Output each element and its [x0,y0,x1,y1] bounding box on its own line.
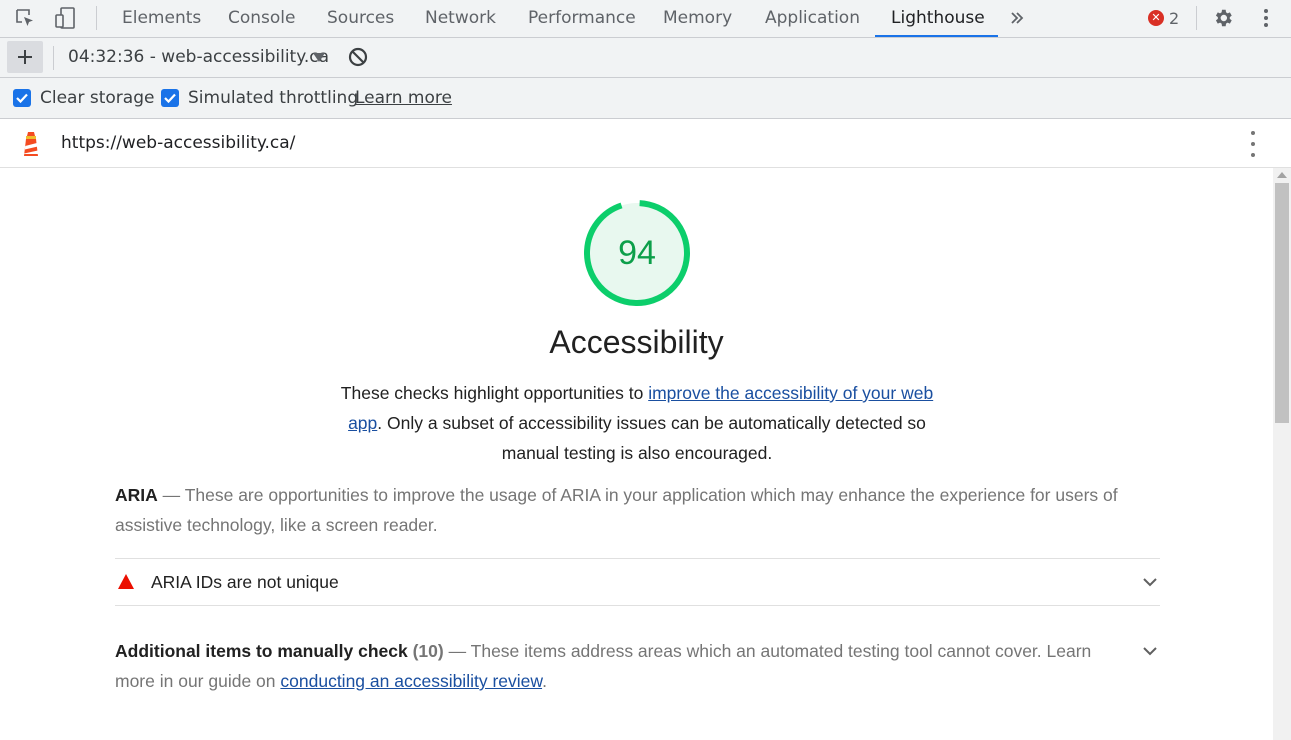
score-value: 94 [618,234,656,272]
category-title: Accessibility [549,324,724,360]
toolbar-divider [53,46,54,70]
learn-more-link[interactable]: Learn more [355,78,452,119]
lighthouse-logo-icon [23,132,39,156]
dropdown-arrow-icon[interactable] [313,53,325,62]
simulated-throttling-label[interactable]: Simulated throttling [188,78,358,119]
manual-checks-group[interactable]: Additional items to manually check (10) … [115,636,1130,696]
tab-sources[interactable]: Sources [327,0,394,38]
more-tabs-icon[interactable] [1004,5,1030,31]
checkmark-icon [16,93,28,104]
error-count: 2 [1169,8,1180,28]
scroll-up-arrow-icon[interactable] [1277,172,1287,178]
report-selector[interactable]: 04:32:36 - web-accessibility.ca [68,38,329,78]
group-title: ARIA [115,485,158,505]
settings-gear-icon[interactable] [1210,5,1236,31]
audit-row[interactable]: ARIA IDs are not unique [115,558,1160,606]
tab-console[interactable]: Console [228,0,296,38]
tab-application[interactable]: Application [765,0,860,38]
manual-separator: — [448,641,471,661]
report-url: https://web-accessibility.ca/ [61,133,296,153]
audit-title: ARIA IDs are not unique [151,572,339,592]
aria-group-header: ARIA — These are opportunities to improv… [115,480,1160,540]
lighthouse-report: 94 Accessibility These checks highlight … [0,168,1273,740]
description-text: These checks highlight opportunities to [340,383,649,403]
manual-end: . [542,671,547,691]
chevron-down-icon[interactable] [1142,574,1158,590]
active-tab-indicator [875,35,998,37]
tab-memory[interactable]: Memory [663,0,732,38]
report-menu-icon[interactable] [1244,131,1262,157]
error-icon: ✕ [1148,10,1164,26]
clear-all-icon[interactable] [347,46,371,70]
report-url-bar: https://web-accessibility.ca/ [0,119,1291,168]
clear-storage-label[interactable]: Clear storage [40,78,154,119]
category-description: These checks highlight opportunities to … [337,378,937,468]
toolbar-divider [96,6,97,30]
group-separator: — [157,485,185,505]
new-report-button[interactable] [7,41,43,73]
toolbar-divider [1196,6,1197,30]
scrollbar-thumb[interactable] [1275,183,1289,423]
error-counter[interactable]: ✕ 2 [1148,7,1179,29]
inspect-element-icon[interactable] [12,5,38,31]
lighthouse-toolbar: 04:32:36 - web-accessibility.ca [0,38,1291,78]
tab-network[interactable]: Network [425,0,496,38]
options-bar: Clear storage Simulated throttling Learn… [0,78,1291,119]
clear-storage-checkbox[interactable] [13,89,31,107]
more-options-icon[interactable] [1253,5,1279,31]
simulated-throttling-checkbox[interactable] [161,89,179,107]
device-toolbar-icon[interactable] [52,5,78,31]
plus-icon [18,50,32,64]
fail-warning-icon [118,574,134,589]
manual-count: (10) [412,641,444,661]
accessibility-review-link[interactable]: conducting an accessibility review [280,671,542,691]
tab-performance[interactable]: Performance [528,0,636,38]
devtools-tab-bar: Elements Console Sources Network Perform… [0,0,1291,38]
tab-elements[interactable]: Elements [122,0,201,38]
chevron-down-icon[interactable] [1142,643,1158,659]
manual-title: Additional items to manually check [115,641,408,661]
checkmark-icon [164,93,176,104]
tab-lighthouse[interactable]: Lighthouse [891,0,985,38]
group-description: These are opportunities to improve the u… [115,485,1118,535]
description-text: . Only a subset of accessibility issues … [377,413,926,463]
